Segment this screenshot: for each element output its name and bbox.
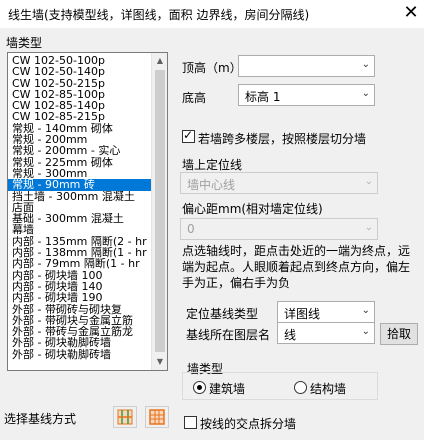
offset-label: 偏心距mm(相对墙定位线) [182, 202, 323, 216]
list-item[interactable]: 内部 - 138mm 隔断(1 - hr [8, 247, 152, 258]
list-item[interactable]: 常规 - 90mm 砖 [8, 179, 152, 191]
base-line-layer-select[interactable]: 线 ⌄ [277, 322, 375, 344]
list-item[interactable]: 基础 - 300mm 混凝土 [8, 213, 152, 224]
radio-architectural-wall-label: 建筑墙 [209, 382, 246, 396]
offset-value: 0 [187, 222, 195, 236]
base-height-select[interactable]: 标高 1 ⌄ [238, 84, 375, 106]
list-item[interactable]: 幕墙 [8, 224, 152, 235]
list-item[interactable]: 内部 - 砌块墙 140 [8, 281, 152, 292]
list-item[interactable]: CW 102-85-215p [8, 111, 152, 122]
list-item[interactable]: 内部 - 79mm 隔断(1 - hr [8, 258, 152, 269]
base-line-layer-label: 基线所在图层名 [186, 328, 271, 342]
list-item[interactable]: CW 102-50-140p [8, 66, 152, 77]
pick-single-line-button[interactable] [113, 406, 137, 428]
chevron-down-icon: ⌄ [364, 222, 373, 233]
list-scrollbar[interactable]: ▲ ▼ [151, 53, 167, 370]
list-item[interactable]: 常规 - 300mm [8, 168, 152, 179]
multi-level-checkbox[interactable] [182, 128, 195, 143]
chevron-down-icon: ⌄ [361, 88, 370, 99]
radio-structural-wall-label: 结构墙 [310, 382, 347, 396]
location-line-label: 墙上定位线 [182, 158, 243, 172]
location-line-value: 墙中心线 [187, 178, 236, 192]
direction-note: 点选轴线时，距点击处近的一端为终点，远端为起点。人眼顺着起点到终点方向，偏左手为… [182, 244, 411, 290]
list-item[interactable]: 内部 - 砌块墙 100 [8, 270, 152, 281]
box-select-icon [149, 409, 165, 425]
split-intersection-checkbox[interactable] [184, 416, 197, 429]
radio-architectural-wall[interactable] [193, 381, 206, 394]
chevron-down-icon: ⌄ [364, 176, 373, 187]
scroll-thumb[interactable] [155, 70, 165, 352]
chevron-down-icon: ⌄ [361, 59, 370, 70]
base-line-type-select[interactable]: 详图线 ⌄ [277, 301, 375, 323]
chevron-down-icon: ⌄ [361, 305, 370, 316]
offset-select[interactable]: 0 ⌄ [180, 218, 378, 240]
base-height-label: 底高 [182, 91, 207, 105]
list-item[interactable]: 外部 - 砌块勒脚砖墙 [8, 337, 152, 348]
chevron-down-icon: ⌄ [361, 326, 370, 337]
list-item[interactable]: 常规 - 140mm 砌体 [8, 123, 152, 134]
location-line-select[interactable]: 墙中心线 ⌄ [180, 172, 378, 194]
close-icon[interactable]: ✕ [398, 1, 424, 27]
list-item[interactable]: 外部 - 砌块勒脚砖墙 [8, 349, 152, 360]
list-item[interactable]: CW 102-85-140p [8, 100, 152, 111]
pick-box-select-button[interactable] [145, 406, 169, 428]
wall-type-group-label: 墙类型 [6, 36, 43, 50]
list-item[interactable]: CW 102-50-215p [8, 78, 152, 89]
list-item[interactable]: 内部 - 砌块墙 190 [8, 292, 152, 303]
multi-level-label: 若墙跨多楼层，按照楼层切分墙 [198, 132, 367, 146]
top-height-label: 顶高（m） [182, 61, 242, 75]
list-item[interactable]: 外部 - 带砖与金属立筋龙 [8, 326, 152, 337]
wall-type-list[interactable]: CW 102-50-100p CW 102-50-140p CW 102-50-21… [7, 52, 168, 371]
list-item[interactable]: 挡土墙 - 300mm 混凝土 [8, 191, 152, 202]
base-line-layer-value: 线 [284, 328, 297, 342]
base-line-type-label: 定位基线类型 [186, 307, 259, 321]
list-item[interactable]: 常规 - 200mm - 实心 [8, 145, 152, 156]
select-mode-label: 选择基线方式 [4, 412, 77, 426]
scroll-down-icon[interactable]: ▼ [152, 354, 167, 370]
list-item[interactable]: CW 102-85-100p [8, 89, 152, 100]
title-bar: 线生墙(支持模型线，详图线，面积 边界线，房间分隔线) ✕ [0, 0, 424, 28]
line-grid-icon [117, 409, 133, 425]
window-title: 线生墙(支持模型线，详图线，面积 边界线，房间分隔线) [8, 8, 310, 22]
list-item[interactable]: 常规 - 225mm 砌体 [8, 157, 152, 168]
list-item[interactable]: 外部 - 带砌砖与砌块复 [8, 304, 152, 315]
list-item[interactable]: 常规 - 200mm [8, 134, 152, 145]
list-item[interactable]: 店面 [8, 202, 152, 213]
split-intersection-label: 按线的交点拆分墙 [200, 417, 297, 431]
top-height-select[interactable]: ⌄ [238, 55, 375, 77]
scroll-up-icon[interactable]: ▲ [152, 53, 167, 69]
list-item[interactable]: CW 102-50-100p [8, 55, 152, 66]
base-height-value: 标高 1 [245, 90, 281, 104]
list-item[interactable]: 外部 - 带砌块与金属立筋 [8, 315, 152, 326]
radio-structural-wall[interactable] [294, 381, 307, 394]
base-line-type-value: 详图线 [284, 307, 321, 321]
pick-layer-button[interactable]: 拾取 [380, 323, 418, 345]
wall-type-list-items: CW 102-50-100p CW 102-50-140p CW 102-50-21… [8, 55, 152, 360]
list-item[interactable]: 内部 - 135mm 隔断(2 - hr [8, 236, 152, 247]
